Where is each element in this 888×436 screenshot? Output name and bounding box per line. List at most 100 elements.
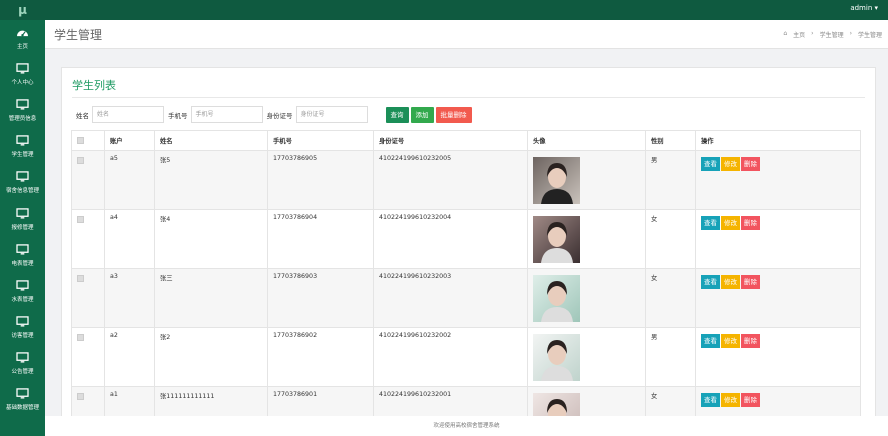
edit-button[interactable]: 修改: [721, 216, 740, 230]
sidebar-item-label: 主页: [16, 43, 28, 50]
gender-cell: 女: [645, 268, 696, 328]
monitor-icon: [16, 352, 29, 367]
delete-button[interactable]: 删除: [741, 393, 760, 407]
row-checkbox[interactable]: [77, 157, 84, 164]
sidebar-item[interactable]: 电表管理: [0, 237, 45, 273]
select-all-checkbox[interactable]: [77, 137, 84, 144]
breadcrumb-item[interactable]: 学生管理: [820, 30, 844, 39]
column-header: 操作: [695, 130, 861, 151]
breadcrumb-separator: ›: [811, 29, 814, 37]
avatar: [533, 393, 580, 416]
avatar: [533, 157, 580, 204]
column-header: 身份证号: [373, 130, 528, 151]
breadcrumb-item[interactable]: 主页: [793, 30, 805, 39]
sidebar-item[interactable]: 访客管理: [0, 310, 45, 346]
avatar-cell: [527, 327, 646, 387]
monitor-icon: [16, 99, 29, 114]
edit-button[interactable]: 修改: [721, 393, 740, 407]
view-button[interactable]: 查看: [701, 216, 720, 230]
name-cell: 张5: [154, 150, 268, 210]
query-button[interactable]: 查询: [385, 106, 409, 123]
name-input[interactable]: 姓名: [92, 106, 164, 123]
phone-cell: 17703786902: [267, 327, 374, 387]
page-header: 学生管理 ⌂ 主页 › 学生管理 › 学生管理: [45, 20, 888, 49]
table-header-row: 账户 姓名 手机号 身份证号 头像 性别 操作: [71, 130, 861, 151]
column-header: 姓名: [154, 130, 268, 151]
avatar-cell: [527, 386, 646, 416]
actions-cell: 查看 修改 删除: [695, 209, 861, 269]
home-icon: ⌂: [783, 29, 788, 37]
id-number-cell: 410224199610232003: [373, 268, 528, 328]
avatar-cell: [527, 268, 646, 328]
actions-cell: 查看 修改 删除: [695, 268, 861, 328]
view-button[interactable]: 查看: [701, 393, 720, 407]
delete-button[interactable]: 删除: [741, 157, 760, 171]
breadcrumb: ⌂ 主页 › 学生管理 › 学生管理: [783, 30, 882, 39]
row-select-cell: [71, 209, 105, 269]
sidebar: 主页个人中心管理员信息学生管理 宿舍信息管理 报修管理 电表管理水表管理访客管理 公告管…: [0, 20, 45, 436]
gender-cell: 女: [645, 209, 696, 269]
id-number-cell: 410224199610232005: [373, 150, 528, 210]
delete-button[interactable]: 删除: [741, 334, 760, 348]
row-actions: 查看 修改 删除: [701, 334, 855, 348]
gender-cell: 女: [645, 386, 696, 416]
actions-cell: 查看 修改 删除: [695, 327, 861, 387]
sidebar-item[interactable]: 管理员信息: [0, 92, 45, 128]
user-menu[interactable]: admin ▾: [850, 4, 878, 12]
actions-cell: 查看 修改 删除: [695, 386, 861, 416]
view-button[interactable]: 查看: [701, 334, 720, 348]
sidebar-item[interactable]: 水表管理: [0, 273, 45, 309]
column-header: 性别: [645, 130, 696, 151]
name-cell: 张2: [154, 327, 268, 387]
id-number-cell: 410224199610232001: [373, 386, 528, 416]
sidebar-item[interactable]: 宿舍信息管理: [0, 165, 45, 201]
view-button[interactable]: 查看: [701, 157, 720, 171]
row-select-cell: [71, 327, 105, 387]
column-header[interactable]: [71, 130, 105, 151]
monitor-icon: [16, 63, 29, 78]
row-checkbox[interactable]: [77, 275, 84, 282]
row-actions: 查看 修改 删除: [701, 275, 855, 289]
sidebar-item[interactable]: 主页: [0, 20, 45, 56]
sidebar-item-label: 个人中心: [11, 79, 34, 86]
id-number-input[interactable]: 身份证号: [295, 106, 368, 123]
view-button[interactable]: 查看: [701, 275, 720, 289]
column-header: 账户: [104, 130, 155, 151]
table-row: a5 张5 17703786905 410224199610232005 男查看 修改 删除: [71, 150, 861, 210]
row-select-cell: [71, 268, 105, 328]
monitor-icon: [16, 243, 29, 259]
sidebar-item[interactable]: 报修管理: [0, 201, 45, 237]
account-cell: a2: [104, 327, 155, 387]
sidebar-item-label: 管理员信息: [8, 115, 37, 122]
delete-button[interactable]: 删除: [741, 216, 760, 230]
name-cell: 张111111111111: [154, 386, 268, 416]
delete-button[interactable]: 删除: [741, 275, 760, 289]
sidebar-item[interactable]: 学生管理: [0, 129, 45, 165]
phone-input[interactable]: 手机号: [190, 106, 263, 123]
account-cell: a1: [104, 386, 155, 416]
app-logo[interactable]: μ: [0, 0, 45, 20]
sidebar-item[interactable]: 公告管理: [0, 346, 45, 382]
row-checkbox[interactable]: [77, 334, 84, 341]
monitor-icon: [16, 280, 29, 295]
page-title: 学生管理: [54, 27, 103, 42]
edit-button[interactable]: 修改: [721, 157, 740, 171]
student-list-card: 学生列表 姓名 姓名 手机号 手机号 身份证号 身份证号 查询 添加 批量删除 …: [61, 67, 876, 416]
row-actions: 查看 修改 删除: [701, 393, 855, 407]
id-number-cell: 410224199610232002: [373, 327, 528, 387]
row-checkbox[interactable]: [77, 216, 84, 223]
monitor-icon: [16, 171, 29, 186]
breadcrumb-separator: ›: [849, 29, 852, 37]
sidebar-item[interactable]: 基础数据管理: [0, 382, 45, 418]
monitor-icon: [16, 135, 29, 150]
sidebar-item[interactable]: 个人中心: [0, 56, 45, 92]
add-button[interactable]: 添加: [410, 106, 434, 123]
batch-delete-button[interactable]: 批量删除: [435, 106, 472, 123]
name-cell: 张4: [154, 209, 268, 269]
edit-button[interactable]: 修改: [721, 275, 740, 289]
account-cell: a4: [104, 209, 155, 269]
edit-button[interactable]: 修改: [721, 334, 740, 348]
row-checkbox[interactable]: [77, 393, 84, 400]
sidebar-item-label: 水表管理: [11, 296, 34, 303]
table-row: a4 张4 17703786904 410224199610232004 女查看 修改 删除: [71, 209, 861, 269]
